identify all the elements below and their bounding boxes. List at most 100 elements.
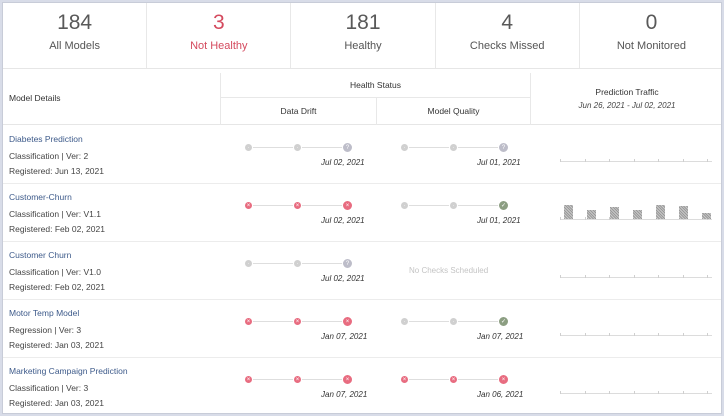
stat-checks-missed[interactable]: 4 Checks Missed — [436, 3, 580, 68]
table-row[interactable]: Customer Churn Classification | Ver: V1.0… — [3, 242, 721, 300]
stat-all-models[interactable]: 184 All Models — [3, 3, 148, 68]
traffic-baseline — [560, 161, 712, 162]
traffic-baseline — [560, 335, 712, 336]
column-header-prediction-traffic: Prediction Traffic — [595, 87, 659, 97]
x-icon[interactable]: × — [293, 375, 302, 384]
dot-icon[interactable]: · — [293, 143, 302, 152]
quality-check-date: Jul 01, 2021 — [477, 216, 521, 225]
x-icon[interactable]: × — [342, 200, 353, 211]
stat-value: 4 — [501, 11, 514, 34]
traffic-bar — [656, 205, 665, 219]
stat-value: 181 — [345, 11, 381, 34]
traffic-tick — [633, 391, 635, 394]
table-row[interactable]: Marketing Campaign Prediction Classificat… — [3, 358, 721, 413]
dot-icon[interactable]: · — [449, 317, 458, 326]
column-header-model-details: Model Details — [9, 93, 61, 103]
x-icon[interactable]: × — [342, 374, 353, 385]
model-name-link[interactable]: Diabetes Prediction — [9, 134, 83, 144]
table-row[interactable]: Motor Temp Model Regression | Ver: 3 Regis… — [3, 300, 721, 358]
traffic-tick — [609, 275, 610, 278]
table-row[interactable]: Customer-Churn Classification | Ver: V1.1… — [3, 184, 721, 242]
traffic-bar — [587, 210, 596, 219]
model-name-link[interactable]: Marketing Campaign Prediction — [9, 366, 128, 376]
quality-check-date: Jan 06, 2021 — [477, 390, 524, 399]
stat-label: Checks Missed — [469, 40, 545, 52]
summary-bar: 184 All Models 3 Not Healthy 181 Healthy… — [3, 3, 721, 69]
traffic-bar — [564, 205, 573, 219]
x-icon[interactable]: × — [293, 201, 302, 210]
traffic-tick — [707, 333, 708, 336]
question-icon[interactable]: ? — [498, 142, 509, 153]
traffic-date-range: Jun 26, 2021 - Jul 02, 2021 — [578, 101, 676, 110]
dot-icon[interactable]: · — [449, 143, 458, 152]
stat-label: Not Monitored — [616, 40, 686, 52]
model-type-version: Classification | Ver: 2 — [9, 151, 89, 161]
check-icon[interactable]: ✓ — [498, 316, 509, 327]
prediction-traffic-chart — [560, 372, 712, 394]
traffic-tick — [633, 159, 635, 162]
table-header: Model Details Health Status Data Drift M… — [3, 73, 721, 125]
model-registered-date: Registered: Jan 03, 2021 — [9, 398, 104, 408]
question-icon[interactable]: ? — [342, 142, 353, 153]
check-icon[interactable]: ✓ — [498, 200, 509, 211]
traffic-tick — [584, 159, 586, 162]
traffic-tick — [707, 275, 708, 278]
stat-healthy[interactable]: 181 Healthy — [291, 3, 436, 68]
dot-icon[interactable]: · — [400, 317, 409, 326]
model-name-link[interactable]: Customer-Churn — [9, 192, 72, 202]
stat-value: 184 — [57, 11, 93, 34]
traffic-tick — [682, 391, 684, 394]
x-icon[interactable]: × — [244, 317, 253, 326]
no-checks-label: No Checks Scheduled — [409, 266, 489, 275]
traffic-tick — [633, 275, 635, 278]
dot-icon[interactable]: · — [400, 201, 409, 210]
traffic-tick — [560, 275, 561, 278]
model-name-link[interactable]: Customer Churn — [9, 250, 71, 260]
x-icon[interactable]: × — [342, 316, 353, 327]
prediction-traffic-chart — [560, 140, 712, 162]
x-icon[interactable]: × — [449, 375, 458, 384]
traffic-tick — [609, 391, 610, 394]
traffic-tick — [584, 217, 586, 220]
stat-not-healthy[interactable]: 3 Not Healthy — [147, 3, 292, 68]
prediction-traffic-chart — [560, 314, 712, 336]
drift-status-track: × × × — [244, 200, 354, 212]
traffic-tick — [682, 275, 684, 278]
traffic-baseline — [560, 219, 712, 220]
traffic-tick — [560, 217, 561, 220]
prediction-traffic-chart — [560, 198, 712, 220]
x-icon[interactable]: × — [293, 317, 302, 326]
quality-status-track: × × × — [400, 374, 510, 386]
x-icon[interactable]: × — [244, 375, 253, 384]
stat-label: Healthy — [344, 40, 382, 52]
traffic-tick — [633, 333, 635, 336]
question-icon[interactable]: ? — [342, 258, 353, 269]
traffic-tick — [584, 275, 586, 278]
traffic-bar — [679, 206, 688, 219]
drift-check-date: Jan 07, 2021 — [321, 390, 368, 399]
traffic-tick — [609, 333, 610, 336]
traffic-tick — [658, 391, 659, 394]
stat-label: All Models — [49, 40, 100, 52]
dot-icon[interactable]: · — [449, 201, 458, 210]
traffic-tick — [707, 391, 708, 394]
model-type-version: Classification | Ver: V1.0 — [9, 267, 101, 277]
dot-icon[interactable]: · — [244, 259, 253, 268]
dot-icon[interactable]: · — [244, 143, 253, 152]
traffic-tick — [658, 159, 659, 162]
model-name-link[interactable]: Motor Temp Model — [9, 308, 79, 318]
model-registered-date: Registered: Jun 13, 2021 — [9, 166, 104, 176]
x-icon[interactable]: × — [400, 375, 409, 384]
x-icon[interactable]: × — [498, 374, 509, 385]
traffic-tick — [658, 275, 659, 278]
traffic-tick — [658, 333, 659, 336]
dot-icon[interactable]: · — [293, 259, 302, 268]
table-row[interactable]: Diabetes Prediction Classification | Ver:… — [3, 126, 721, 184]
column-header-model-quality: Model Quality — [376, 98, 531, 125]
stat-not-monitored[interactable]: 0 Not Monitored — [580, 3, 721, 68]
traffic-tick — [584, 391, 586, 394]
x-icon[interactable]: × — [244, 201, 253, 210]
dot-icon[interactable]: · — [400, 143, 409, 152]
column-header-health-status: Health Status — [220, 73, 531, 98]
drift-status-track: · ·? — [244, 142, 354, 154]
